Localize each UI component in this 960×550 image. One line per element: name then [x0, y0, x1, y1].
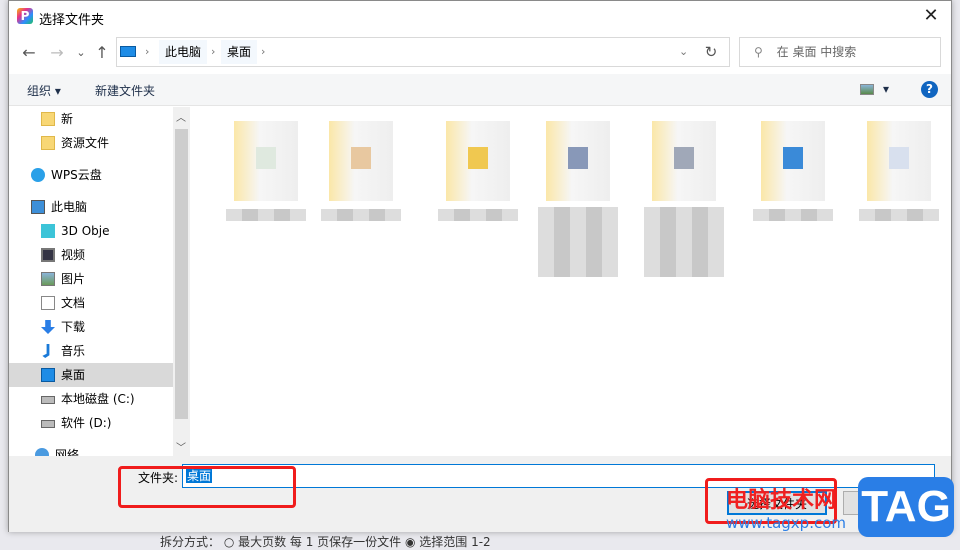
forward-button[interactable]: → — [47, 41, 67, 65]
annotation-box — [118, 466, 296, 508]
organize-button[interactable]: 组织 ▾ — [27, 82, 61, 99]
up-button[interactable]: ↑ — [92, 41, 112, 65]
file-list — [191, 107, 951, 457]
sidebar-item[interactable]: 视频 — [9, 243, 173, 267]
chevron-right-icon: › — [261, 45, 266, 58]
chevron-right-icon: › — [145, 45, 150, 58]
app-logo-icon: P — [17, 8, 33, 24]
refresh-button[interactable]: ↻ — [693, 37, 730, 67]
blurred-file-item[interactable] — [438, 121, 518, 221]
tag-logo: TAG — [858, 477, 954, 537]
blurred-file-item[interactable] — [859, 121, 939, 221]
sidebar-item-label: 文档 — [61, 296, 86, 310]
download-icon — [41, 320, 55, 334]
search-input[interactable]: ⚲ 在 桌面 中搜索 — [739, 37, 941, 67]
address-bar[interactable]: › 此电脑 › 桌面 › ⌄ — [116, 37, 730, 67]
background-app-text: 拆分方式： ○ 最大页数 每 1 页保存一份文件 ◉ 选择范围 1-2 — [160, 535, 491, 549]
blurred-file-item[interactable] — [226, 121, 306, 221]
drive-icon — [41, 420, 55, 428]
close-button[interactable]: ✕ — [919, 5, 943, 29]
sidebar-item[interactable]: WPS云盘 — [9, 163, 173, 187]
sidebar-item-label: 此电脑 — [51, 200, 88, 214]
sidebar-item[interactable]: 资源文件 — [9, 131, 173, 155]
cube-icon — [41, 224, 55, 238]
new-folder-button[interactable]: 新建文件夹 — [95, 82, 155, 99]
sidebar-item[interactable]: 新 — [9, 107, 173, 131]
search-icon: ⚲ — [754, 45, 763, 59]
sidebar-item[interactable]: 本地磁盘 (C:) — [9, 387, 173, 411]
music-icon — [42, 344, 50, 358]
help-button[interactable]: ? — [921, 81, 938, 98]
sidebar-item[interactable]: 下载 — [9, 315, 173, 339]
sidebar-item[interactable]: 桌面 — [9, 363, 173, 387]
sidebar-item[interactable]: 软件 (D:) — [9, 411, 173, 435]
folder-icon — [41, 112, 55, 126]
select-folder-dialog: P 选择文件夹 ✕ ← → ⌄ ↑ › 此电脑 › 桌面 › ⌄ ↻ ⚲ 在 桌… — [8, 0, 952, 532]
document-icon — [41, 296, 55, 310]
sidebar-item-label: 3D Obje — [61, 224, 110, 238]
view-icon[interactable] — [860, 84, 874, 95]
watermark-url: www.tagxp.com — [726, 514, 846, 532]
window-title: 选择文件夹 — [39, 13, 105, 28]
view-options-button[interactable]: ▾ — [883, 82, 889, 96]
address-dropdown-button[interactable]: ⌄ — [679, 40, 688, 64]
sidebar-item-label: 本地磁盘 (C:) — [61, 392, 135, 406]
desktop-icon — [41, 368, 55, 382]
sidebar-item[interactable]: 文档 — [9, 291, 173, 315]
recent-locations-button[interactable]: ⌄ — [71, 41, 91, 65]
watermark-site-name: 电脑技术网 — [726, 488, 837, 513]
chevron-right-icon: › — [211, 45, 216, 58]
sidebar-item-label: 新 — [61, 112, 74, 126]
sidebar-item-label: 桌面 — [61, 368, 86, 382]
blurred-file-item[interactable] — [753, 121, 833, 221]
search-placeholder: 在 桌面 中搜索 — [776, 45, 857, 59]
title-bar: P 选择文件夹 ✕ — [9, 1, 951, 33]
sidebar-item[interactable]: 音乐 — [9, 339, 173, 363]
sidebar-item-label: 图片 — [61, 272, 86, 286]
breadcrumb-desktop[interactable]: 桌面 — [221, 40, 258, 64]
cloud-icon — [31, 168, 45, 182]
scrollbar-thumb[interactable] — [175, 129, 188, 419]
nav-scrollbar[interactable]: ︿ ﹀ — [173, 107, 190, 457]
sidebar-item-label: 资源文件 — [61, 136, 110, 150]
toolbar: 组织 ▾ 新建文件夹 ▾ ? — [9, 74, 951, 106]
sidebar-item[interactable]: 图片 — [9, 267, 173, 291]
sidebar-item-label: 视频 — [61, 248, 86, 262]
folder-icon — [41, 136, 55, 150]
blurred-file-item[interactable] — [321, 121, 401, 221]
sidebar-item-label: 网络 — [55, 448, 80, 457]
sidebar-item-label: WPS云盘 — [51, 168, 102, 182]
sidebar-item[interactable]: 网络 — [9, 443, 173, 457]
drive-icon — [41, 396, 55, 404]
sidebar-item-label: 软件 (D:) — [61, 416, 112, 430]
blurred-file-item[interactable] — [644, 121, 724, 277]
picture-icon — [41, 272, 55, 286]
breadcrumb-this-pc[interactable]: 此电脑 — [159, 40, 208, 64]
sidebar-item[interactable]: 此电脑 — [9, 195, 173, 219]
video-icon — [41, 248, 55, 262]
navigation-pane: 新资源文件 WPS云盘此电脑 3D Obje 视频图片文档下载音乐桌面本地磁盘 (C:… — [9, 107, 189, 457]
sidebar-item-label: 音乐 — [61, 344, 86, 358]
blurred-file-item[interactable] — [538, 121, 618, 277]
computer-icon — [31, 200, 45, 214]
back-button[interactable]: ← — [19, 41, 39, 65]
desktop-icon — [120, 46, 136, 57]
sidebar-item[interactable]: 3D Obje — [9, 219, 173, 243]
sidebar-item-label: 下载 — [61, 320, 86, 334]
